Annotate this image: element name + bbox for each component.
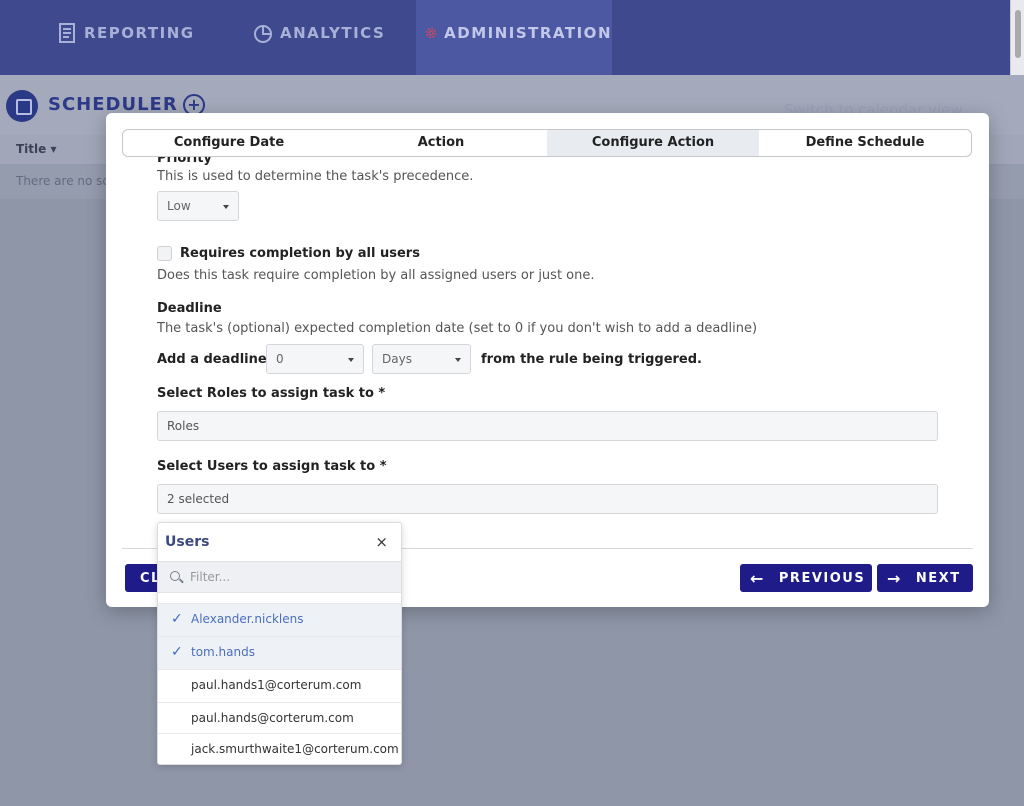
users-dropdown: Users × Filter... ✓ Alexander.nicklens ✓… <box>157 522 402 765</box>
list-item[interactable]: paul.hands1@corterum.com <box>158 669 401 702</box>
chevron-down-icon <box>223 205 229 209</box>
tab-define-schedule[interactable]: Define Schedule <box>759 130 971 156</box>
nav-label: REPORTING <box>84 24 195 42</box>
gear-icon <box>425 27 437 39</box>
users-selected-count: 2 selected <box>167 492 230 506</box>
calendar-icon <box>6 90 38 122</box>
column-title[interactable]: Title ▾ <box>16 142 57 156</box>
tab-configure-action[interactable]: Configure Action <box>547 130 759 156</box>
page-title: SCHEDULER <box>48 94 178 115</box>
list-item[interactable]: paul.hands@corterum.com <box>158 702 401 735</box>
arrow-left-icon: ← <box>750 568 765 588</box>
nav-label: ADMINISTRATION <box>444 24 612 42</box>
list-item[interactable]: ✓ tom.hands <box>158 636 401 669</box>
list-item-label: tom.hands <box>191 645 255 659</box>
document-icon <box>59 23 75 43</box>
deadline-amount-select[interactable]: 0 <box>266 344 364 374</box>
next-label: NEXT <box>915 570 961 586</box>
deadline-unit-select[interactable]: Days <box>372 344 471 374</box>
priority-label: Priority <box>157 157 212 166</box>
check-icon: ✓ <box>171 611 183 627</box>
arrow-right-icon: → <box>887 568 902 588</box>
tab-action[interactable]: Action <box>335 130 547 156</box>
next-button[interactable]: → NEXT <box>877 564 973 592</box>
check-icon: ✓ <box>171 644 183 660</box>
list-item-label: Alexander.nicklens <box>191 612 304 626</box>
tab-configure-date[interactable]: Configure Date <box>123 130 335 156</box>
search-icon <box>170 571 180 581</box>
pie-chart-icon <box>254 25 272 43</box>
chevron-down-icon <box>348 358 354 362</box>
deadline-description: The task's (optional) expected completio… <box>157 321 758 336</box>
dropdown-title: Users <box>165 534 210 550</box>
deadline-suffix: from the rule being triggered. <box>481 352 702 367</box>
previous-button[interactable]: ← PREVIOUS <box>740 564 872 592</box>
list-item[interactable]: jack.smurthwaite1@corterum.com <box>158 733 401 764</box>
empty-message: There are no schedules <box>16 174 111 188</box>
users-select[interactable]: 2 selected <box>157 484 938 514</box>
requires-completion-label: Requires completion by all users <box>180 246 420 261</box>
filter-input[interactable]: Filter... <box>158 561 401 593</box>
deadline-label: Deadline <box>157 301 222 316</box>
deadline-unit-value: Days <box>382 352 412 366</box>
priority-value: Low <box>167 199 191 213</box>
list-item[interactable]: ✓ Alexander.nicklens <box>158 603 401 636</box>
list-item-label: jack.smurthwaite1@corterum.com <box>191 742 399 756</box>
priority-select[interactable]: Low <box>157 191 239 221</box>
roles-label: Select Roles to assign task to * <box>157 386 386 401</box>
previous-label: PREVIOUS <box>778 570 866 586</box>
close-icon[interactable]: × <box>375 533 388 551</box>
nav-label: ANALYTICS <box>280 24 386 42</box>
nav-item-administration[interactable]: ADMINISTRATION <box>416 0 612 75</box>
nav-item-analytics[interactable]: ANALYTICS <box>252 0 385 75</box>
users-label: Select Users to assign task to * <box>157 459 387 474</box>
priority-description: This is used to determine the task's pre… <box>157 169 474 184</box>
list-item-label: paul.hands@corterum.com <box>191 711 354 725</box>
deadline-amount-value: 0 <box>276 352 284 366</box>
nav-item-reporting[interactable]: REPORTING <box>56 0 195 75</box>
form-content: Priority This is used to determine the t… <box>106 157 989 547</box>
filter-placeholder: Filter... <box>190 570 231 584</box>
top-navbar: REPORTING ANALYTICS ADMINISTRATION <box>0 0 1024 75</box>
requires-completion-checkbox[interactable] <box>157 246 172 261</box>
chevron-down-icon <box>455 358 461 362</box>
add-deadline-label: Add a deadline <box>157 352 267 367</box>
scrollbar[interactable] <box>1010 0 1024 75</box>
list-item-label: paul.hands1@corterum.com <box>191 678 362 692</box>
roles-placeholder: Roles <box>167 419 200 433</box>
wizard-tabs: Configure Date Action Configure Action D… <box>122 129 972 157</box>
roles-input[interactable]: Roles <box>157 411 938 441</box>
requires-completion-description: Does this task require completion by all… <box>157 268 595 283</box>
